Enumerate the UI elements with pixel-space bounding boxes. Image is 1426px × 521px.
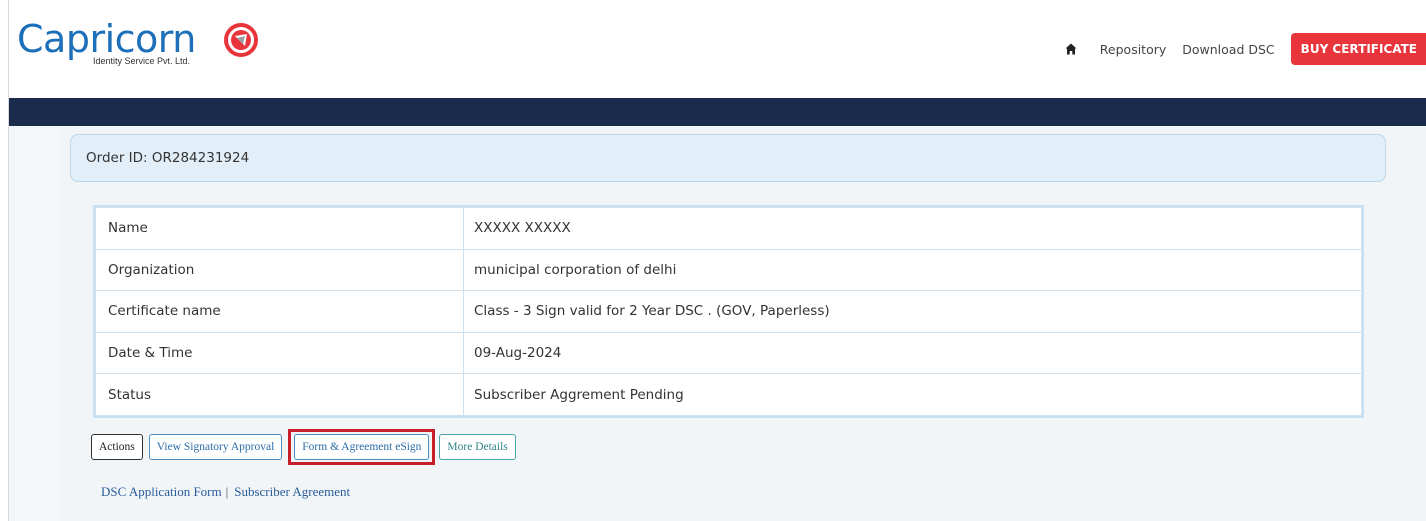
table-row: Status Subscriber Aggrement Pending bbox=[95, 373, 1362, 416]
row-value-name: XXXXX XXXXX bbox=[463, 207, 1362, 250]
header: Capricorn Identity Service Pvt. Ltd. Rep… bbox=[9, 0, 1426, 98]
row-key-status: Status bbox=[95, 373, 464, 416]
row-key-date-time: Date & Time bbox=[95, 331, 464, 375]
row-key-organization: Organization bbox=[95, 248, 464, 292]
actions-button[interactable]: Actions bbox=[91, 434, 143, 460]
order-details-table: Name XXXXX XXXXX Organization municipal … bbox=[93, 205, 1364, 418]
dsc-application-form-link[interactable]: DSC Application Form bbox=[101, 484, 222, 500]
form-agreement-esign-button[interactable]: Form & Agreement eSign bbox=[294, 434, 430, 460]
brand-logo[interactable]: Capricorn Identity Service Pvt. Ltd. bbox=[17, 16, 277, 76]
capricorn-logo-icon bbox=[224, 23, 258, 57]
page-frame: Capricorn Identity Service Pvt. Ltd. Rep… bbox=[8, 0, 1426, 521]
order-id: Order ID: OR284231924 bbox=[86, 150, 250, 166]
home-icon[interactable] bbox=[1064, 42, 1078, 56]
brand-tagline: Identity Service Pvt. Ltd. bbox=[93, 56, 191, 66]
status-value: Subscriber Aggrement Pending bbox=[463, 373, 1362, 416]
navbar-strip bbox=[9, 98, 1426, 126]
row-key-name: Name bbox=[95, 207, 464, 250]
subscriber-agreement-link[interactable]: Subscriber Agreement bbox=[234, 484, 350, 500]
buy-certificate-button[interactable]: BUY CERTIFICATE bbox=[1290, 33, 1426, 65]
document-links: DSC Application Form | Subscriber Agreem… bbox=[101, 484, 350, 500]
more-details-button[interactable]: More Details bbox=[439, 434, 516, 460]
link-separator: | bbox=[225, 484, 229, 499]
table-row: Name XXXXX XXXXX bbox=[95, 207, 1362, 250]
table-row: Organization municipal corporation of de… bbox=[95, 248, 1362, 292]
view-signatory-approval-button[interactable]: View Signatory Approval bbox=[148, 434, 283, 460]
table-row: Certificate name Class - 3 Sign valid fo… bbox=[95, 290, 1362, 333]
row-value-date-time: 09-Aug-2024 bbox=[463, 331, 1362, 375]
row-value-organization: municipal corporation of delhi bbox=[463, 248, 1362, 292]
row-value-certificate-name: Class - 3 Sign valid for 2 Year DSC . (G… bbox=[463, 290, 1362, 333]
table-row: Date & Time 09-Aug-2024 bbox=[95, 331, 1362, 375]
row-key-certificate-name: Certificate name bbox=[95, 290, 464, 333]
top-nav: Repository Download DSC BUY CERTIFICATE bbox=[1064, 33, 1426, 65]
actions-bar: Actions View Signatory Approval Form & A… bbox=[91, 429, 516, 465]
nav-link-download-dsc[interactable]: Download DSC bbox=[1182, 42, 1274, 57]
main-content: Order ID: OR284231924 Name XXXXX XXXXX O… bbox=[9, 126, 1426, 521]
nav-link-repository[interactable]: Repository bbox=[1100, 42, 1166, 57]
highlight-box: Form & Agreement eSign bbox=[288, 429, 436, 465]
order-id-panel: Order ID: OR284231924 bbox=[70, 134, 1386, 182]
